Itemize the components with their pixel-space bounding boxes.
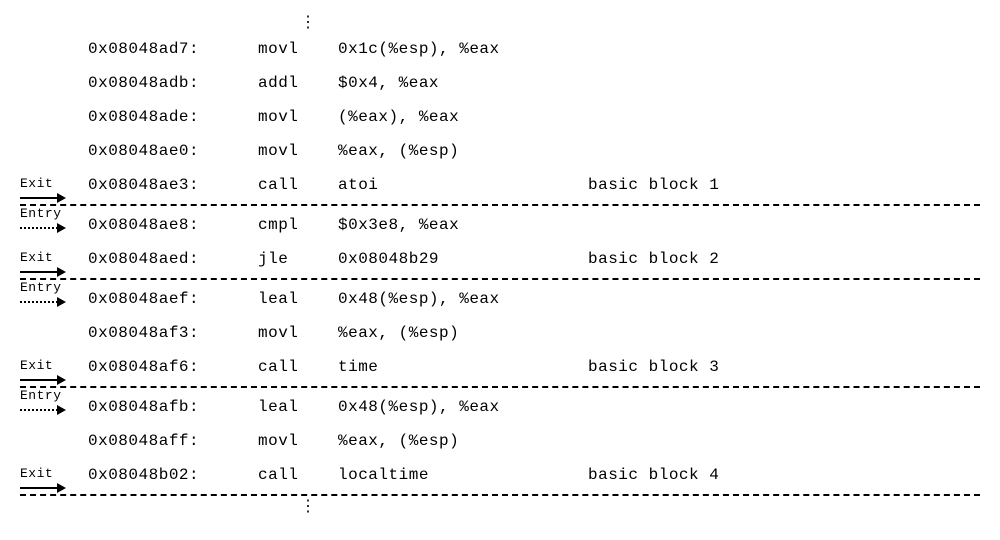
instruction-row: 0x08048adb:addl$0x4, %eax [20,66,980,100]
instruction-row: Entry 0x08048aef:leal0x48(%esp), %eax [20,282,980,316]
instruction-args: %eax, (%esp) [338,134,588,168]
instruction-mnemonic: movl [258,32,338,66]
basic-block: Entry 0x08048ae8:cmpl$0x3e8, %eax Exit 0x08… [20,206,980,280]
arrow-right-icon [20,267,66,277]
instruction-address: 0x08048ade: [88,100,258,134]
instruction-row: Entry 0x08048afb:leal0x48(%esp), %eax [20,390,980,424]
instruction-address: 0x08048af6: [88,350,258,384]
exit-label: Exit [20,251,53,265]
arrow-right-icon [20,375,66,385]
block-label: basic block 2 [588,242,980,276]
instruction-mnemonic: movl [258,424,338,458]
arrow-right-icon [20,483,66,493]
instruction-mnemonic: cmpl [258,208,338,242]
instruction-mnemonic: addl [258,66,338,100]
gutter: Exit [20,168,88,202]
instruction-row: Exit 0x08048aed:jle0x08048b29basic block … [20,242,980,276]
gutter: Exit [20,350,88,384]
instruction-mnemonic: movl [258,134,338,168]
block-label: basic block 4 [588,458,980,492]
instruction-mnemonic: call [258,458,338,492]
instruction-args: %eax, (%esp) [338,316,588,350]
gutter: Entry [20,390,88,424]
instruction-address: 0x08048b02: [88,458,258,492]
instruction-row: Exit 0x08048b02:calllocaltimebasic block … [20,458,980,492]
instruction-mnemonic: call [258,168,338,202]
instruction-row: Exit 0x08048ae3:callatoibasic block 1 [20,168,980,202]
instruction-args: 0x08048b29 [338,242,588,276]
instruction-args: (%eax), %eax [338,100,588,134]
instruction-address: 0x08048aff: [88,424,258,458]
instruction-args: $0x4, %eax [338,66,588,100]
gutter [20,424,88,458]
entry-label: Entry [20,281,62,295]
instruction-row: Exit 0x08048af6:calltimebasic block 3 [20,350,980,384]
instruction-args: $0x3e8, %eax [338,208,588,242]
instruction-address: 0x08048aef: [88,282,258,316]
exit-label: Exit [20,177,53,191]
gutter [20,66,88,100]
gutter [20,316,88,350]
instruction-args: %eax, (%esp) [338,424,588,458]
basic-block: Entry0x08048aef:leal0x48(%esp), %eax0x08… [20,280,980,388]
instruction-mnemonic: leal [258,390,338,424]
instruction-row: 0x08048ade:movl(%eax), %eax [20,100,980,134]
gutter: Entry [20,282,88,316]
instruction-address: 0x08048af3: [88,316,258,350]
instruction-address: 0x08048ae0: [88,134,258,168]
exit-label: Exit [20,467,53,481]
instruction-args: atoi [338,168,588,202]
entry-label: Entry [20,207,62,221]
instruction-mnemonic: call [258,350,338,384]
entry-label: Entry [20,389,62,403]
instruction-address: 0x08048ae3: [88,168,258,202]
instruction-mnemonic: movl [258,316,338,350]
instruction-row: 0x08048ae0:movl%eax, (%esp) [20,134,980,168]
ellipsis-top: ⋮ [300,12,980,32]
instruction-row: 0x08048af3:movl%eax, (%esp) [20,316,980,350]
gutter [20,32,88,66]
instruction-address: 0x08048adb: [88,66,258,100]
instruction-args: 0x1c(%esp), %eax [338,32,588,66]
exit-pin: Exit [20,359,66,385]
gutter [20,134,88,168]
entry-pin: Entry [20,207,66,233]
entry-pin: Entry [20,281,66,307]
exit-label: Exit [20,359,53,373]
exit-pin: Exit [20,177,66,203]
instruction-mnemonic: jle [258,242,338,276]
block-label: basic block 3 [588,350,980,384]
instruction-address: 0x08048ad7: [88,32,258,66]
exit-pin: Exit [20,467,66,493]
instruction-row: 0x08048aff:movl%eax, (%esp) [20,424,980,458]
gutter: Entry [20,208,88,242]
instruction-mnemonic: movl [258,100,338,134]
instruction-args: 0x48(%esp), %eax [338,390,588,424]
block-label: basic block 1 [588,168,980,202]
instruction-args: time [338,350,588,384]
gutter: Exit [20,242,88,276]
gutter: Exit [20,458,88,492]
arrow-right-icon [20,223,66,233]
arrow-right-icon [20,297,66,307]
instruction-address: 0x08048aed: [88,242,258,276]
basic-blocks-container: 0x08048ad7:movl0x1c(%esp), %eax0x08048ad… [20,30,980,496]
instruction-address: 0x08048afb: [88,390,258,424]
arrow-right-icon [20,405,66,415]
instruction-args: 0x48(%esp), %eax [338,282,588,316]
instruction-address: 0x08048ae8: [88,208,258,242]
exit-pin: Exit [20,251,66,277]
basic-block: 0x08048ad7:movl0x1c(%esp), %eax0x08048ad… [20,30,980,206]
basic-block: Entry0x08048afb:leal0x48(%esp), %eax0x08… [20,388,980,496]
entry-pin: Entry [20,389,66,415]
gutter [20,100,88,134]
instruction-mnemonic: leal [258,282,338,316]
instruction-row: 0x08048ad7:movl0x1c(%esp), %eax [20,32,980,66]
instruction-args: localtime [338,458,588,492]
instruction-row: Entry 0x08048ae8:cmpl$0x3e8, %eax [20,208,980,242]
ellipsis-bot: ⋮ [300,496,980,516]
arrow-right-icon [20,193,66,203]
